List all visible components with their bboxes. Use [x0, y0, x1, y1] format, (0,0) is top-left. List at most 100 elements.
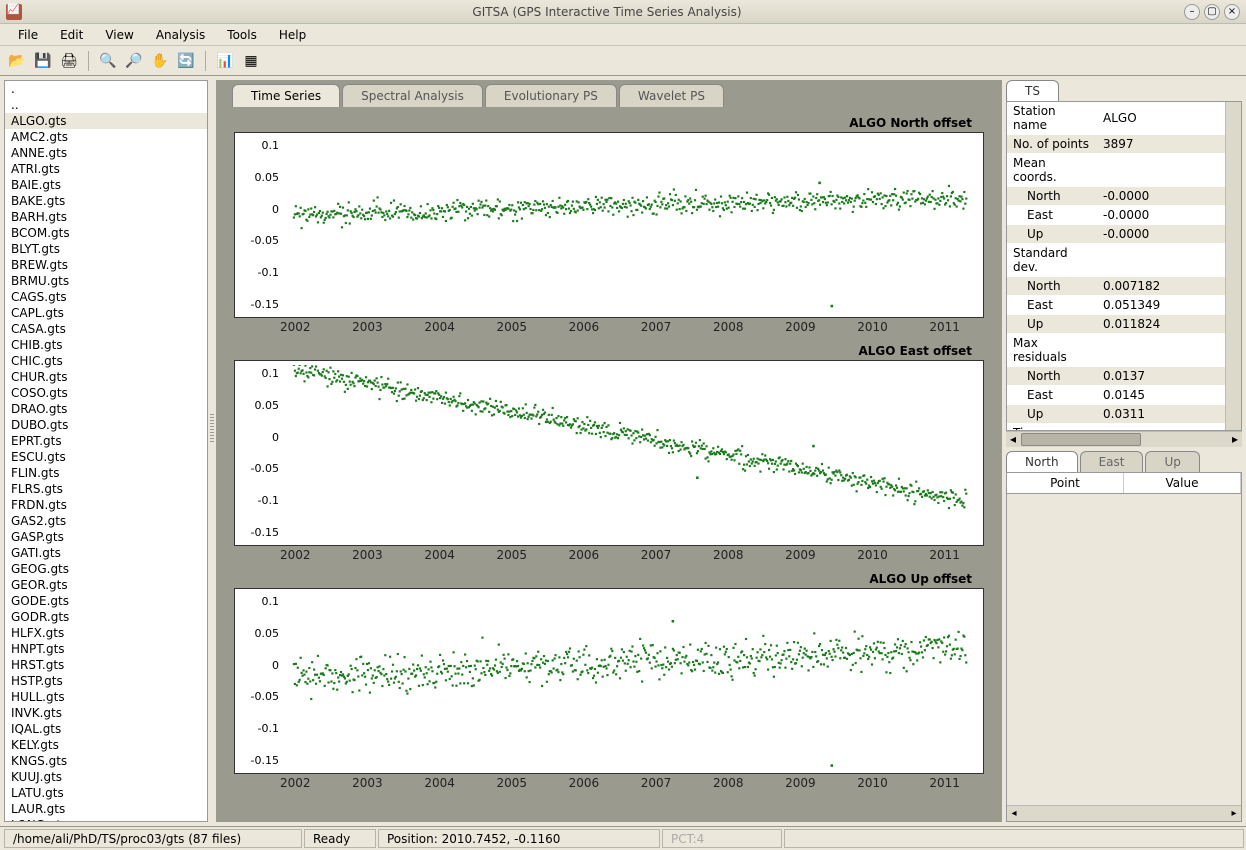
file-item[interactable]: IQAL.gts — [5, 721, 207, 737]
menu-view[interactable]: View — [95, 26, 143, 44]
save-icon[interactable]: 💾 — [32, 50, 54, 72]
prop-key: Up — [1007, 405, 1097, 424]
zoom-out-icon[interactable]: 🔎 — [123, 50, 145, 72]
tab-spectral[interactable]: Spectral Analysis — [342, 84, 483, 107]
tab-ts[interactable]: TS — [1006, 80, 1059, 101]
file-list[interactable]: ...ALGO.gtsAMC2.gtsANNE.gtsATRI.gtsBAIE.… — [5, 81, 207, 821]
prop-value — [1097, 154, 1225, 187]
menu-edit[interactable]: Edit — [50, 26, 93, 44]
file-item[interactable]: GEOR.gts — [5, 577, 207, 593]
file-item[interactable]: CHUR.gts — [5, 369, 207, 385]
tab-neu-east[interactable]: East — [1080, 451, 1144, 472]
file-item[interactable]: KUUJ.gts — [5, 769, 207, 785]
file-item[interactable]: .. — [5, 97, 207, 113]
file-item[interactable]: HLFX.gts — [5, 625, 207, 641]
zoom-in-icon[interactable]: 🔍 — [97, 50, 119, 72]
file-item[interactable]: HNPT.gts — [5, 641, 207, 657]
app-icon — [6, 4, 22, 20]
file-item[interactable]: COSO.gts — [5, 385, 207, 401]
file-item[interactable]: CHIC.gts — [5, 353, 207, 369]
file-item[interactable]: CHIB.gts — [5, 337, 207, 353]
file-item[interactable]: INVK.gts — [5, 705, 207, 721]
prop-value — [1097, 244, 1225, 277]
plot-north[interactable]: 0.10.050-0.05-0.1-0.15 — [234, 132, 984, 318]
file-item[interactable]: GASP.gts — [5, 529, 207, 545]
chart-east-title: ALGO East offset — [228, 342, 990, 360]
file-item[interactable]: BLYT.gts — [5, 241, 207, 257]
file-item[interactable]: CAGS.gts — [5, 289, 207, 305]
open-icon[interactable]: 📂 — [6, 50, 28, 72]
toolbar-separator — [88, 51, 89, 71]
file-item[interactable]: BARH.gts — [5, 209, 207, 225]
file-item[interactable]: BAIE.gts — [5, 177, 207, 193]
menu-file[interactable]: File — [8, 26, 48, 44]
prop-key: East — [1007, 296, 1097, 315]
plot-east[interactable]: 0.10.050-0.05-0.1-0.15 — [234, 360, 984, 546]
prop-value: ALGO — [1097, 102, 1225, 135]
prop-value: -0.0000 — [1097, 225, 1225, 244]
prop-key: Mean coords. — [1007, 154, 1097, 187]
file-item[interactable]: HSTP.gts — [5, 673, 207, 689]
chart-area: Time Series Spectral Analysis Evolutiona… — [216, 80, 1002, 822]
toolbar-separator — [205, 51, 206, 71]
file-item[interactable]: ESCU.gts — [5, 449, 207, 465]
file-item[interactable]: KELY.gts — [5, 737, 207, 753]
prop-value: 0.011824 — [1097, 315, 1225, 334]
minimize-button[interactable]: – — [1184, 4, 1200, 20]
tab-time-series[interactable]: Time Series — [232, 84, 340, 107]
maximize-button[interactable]: ▢ — [1204, 4, 1220, 20]
menu-help[interactable]: Help — [269, 26, 316, 44]
file-item[interactable]: GEOG.gts — [5, 561, 207, 577]
legend-icon[interactable]: ▦ — [240, 50, 262, 72]
splitter-left[interactable] — [208, 76, 216, 826]
point-value-table[interactable]: Point Value ◂▸ — [1006, 472, 1242, 822]
file-item[interactable]: FLIN.gts — [5, 465, 207, 481]
pv-hscroll[interactable]: ◂▸ — [1007, 805, 1241, 821]
file-item[interactable]: ATRI.gts — [5, 161, 207, 177]
file-item[interactable]: HULL.gts — [5, 689, 207, 705]
data-cursor-icon[interactable]: 📊 — [214, 50, 236, 72]
file-item[interactable]: BAKE.gts — [5, 193, 207, 209]
file-item[interactable]: . — [5, 81, 207, 97]
plot-up[interactable]: 0.10.050-0.05-0.1-0.15 — [234, 588, 984, 774]
pv-head-value: Value — [1124, 473, 1241, 493]
propgrid-hscroll[interactable]: ◂▸ — [1006, 431, 1242, 447]
tab-neu-up[interactable]: Up — [1145, 451, 1199, 472]
file-item[interactable]: EPRT.gts — [5, 433, 207, 449]
file-item[interactable]: BCOM.gts — [5, 225, 207, 241]
file-item[interactable]: GATI.gts — [5, 545, 207, 561]
yaxis-east: 0.10.050-0.05-0.1-0.15 — [235, 361, 283, 545]
close-button[interactable]: × — [1224, 4, 1240, 20]
menu-tools[interactable]: Tools — [217, 26, 267, 44]
file-item[interactable]: BRMU.gts — [5, 273, 207, 289]
file-item[interactable]: DUBO.gts — [5, 417, 207, 433]
file-item[interactable]: ANNE.gts — [5, 145, 207, 161]
propgrid-vscroll[interactable] — [1225, 102, 1241, 430]
menu-analysis[interactable]: Analysis — [146, 26, 215, 44]
print-icon[interactable]: 🖨 — [58, 50, 80, 72]
file-item[interactable]: LONG.gts — [5, 817, 207, 821]
file-item[interactable]: BREW.gts — [5, 257, 207, 273]
file-item[interactable]: LAUR.gts — [5, 801, 207, 817]
file-item[interactable]: AMC2.gts — [5, 129, 207, 145]
pan-icon[interactable]: ✋ — [149, 50, 171, 72]
tab-neu-north[interactable]: North — [1006, 451, 1078, 472]
file-item[interactable]: GODR.gts — [5, 609, 207, 625]
file-item[interactable]: HRST.gts — [5, 657, 207, 673]
file-item[interactable]: GODE.gts — [5, 593, 207, 609]
window-title: GITSA (GPS Interactive Time Series Analy… — [30, 5, 1184, 19]
tab-evolutionary[interactable]: Evolutionary PS — [485, 84, 617, 107]
file-item[interactable]: FRDN.gts — [5, 497, 207, 513]
tab-wavelet[interactable]: Wavelet PS — [619, 84, 724, 107]
file-item[interactable]: GAS2.gts — [5, 513, 207, 529]
file-item[interactable]: CASA.gts — [5, 321, 207, 337]
file-item[interactable]: FLRS.gts — [5, 481, 207, 497]
status-position: Position: 2010.7452, -0.1160 — [378, 829, 660, 848]
file-item[interactable]: DRAO.gts — [5, 401, 207, 417]
rotate-icon[interactable]: 🔄 — [175, 50, 197, 72]
property-grid[interactable]: Station nameALGONo. of points3897Mean co… — [1006, 101, 1242, 431]
file-item[interactable]: KNGS.gts — [5, 753, 207, 769]
file-item[interactable]: CAPL.gts — [5, 305, 207, 321]
file-item[interactable]: LATU.gts — [5, 785, 207, 801]
file-item[interactable]: ALGO.gts — [5, 113, 207, 129]
